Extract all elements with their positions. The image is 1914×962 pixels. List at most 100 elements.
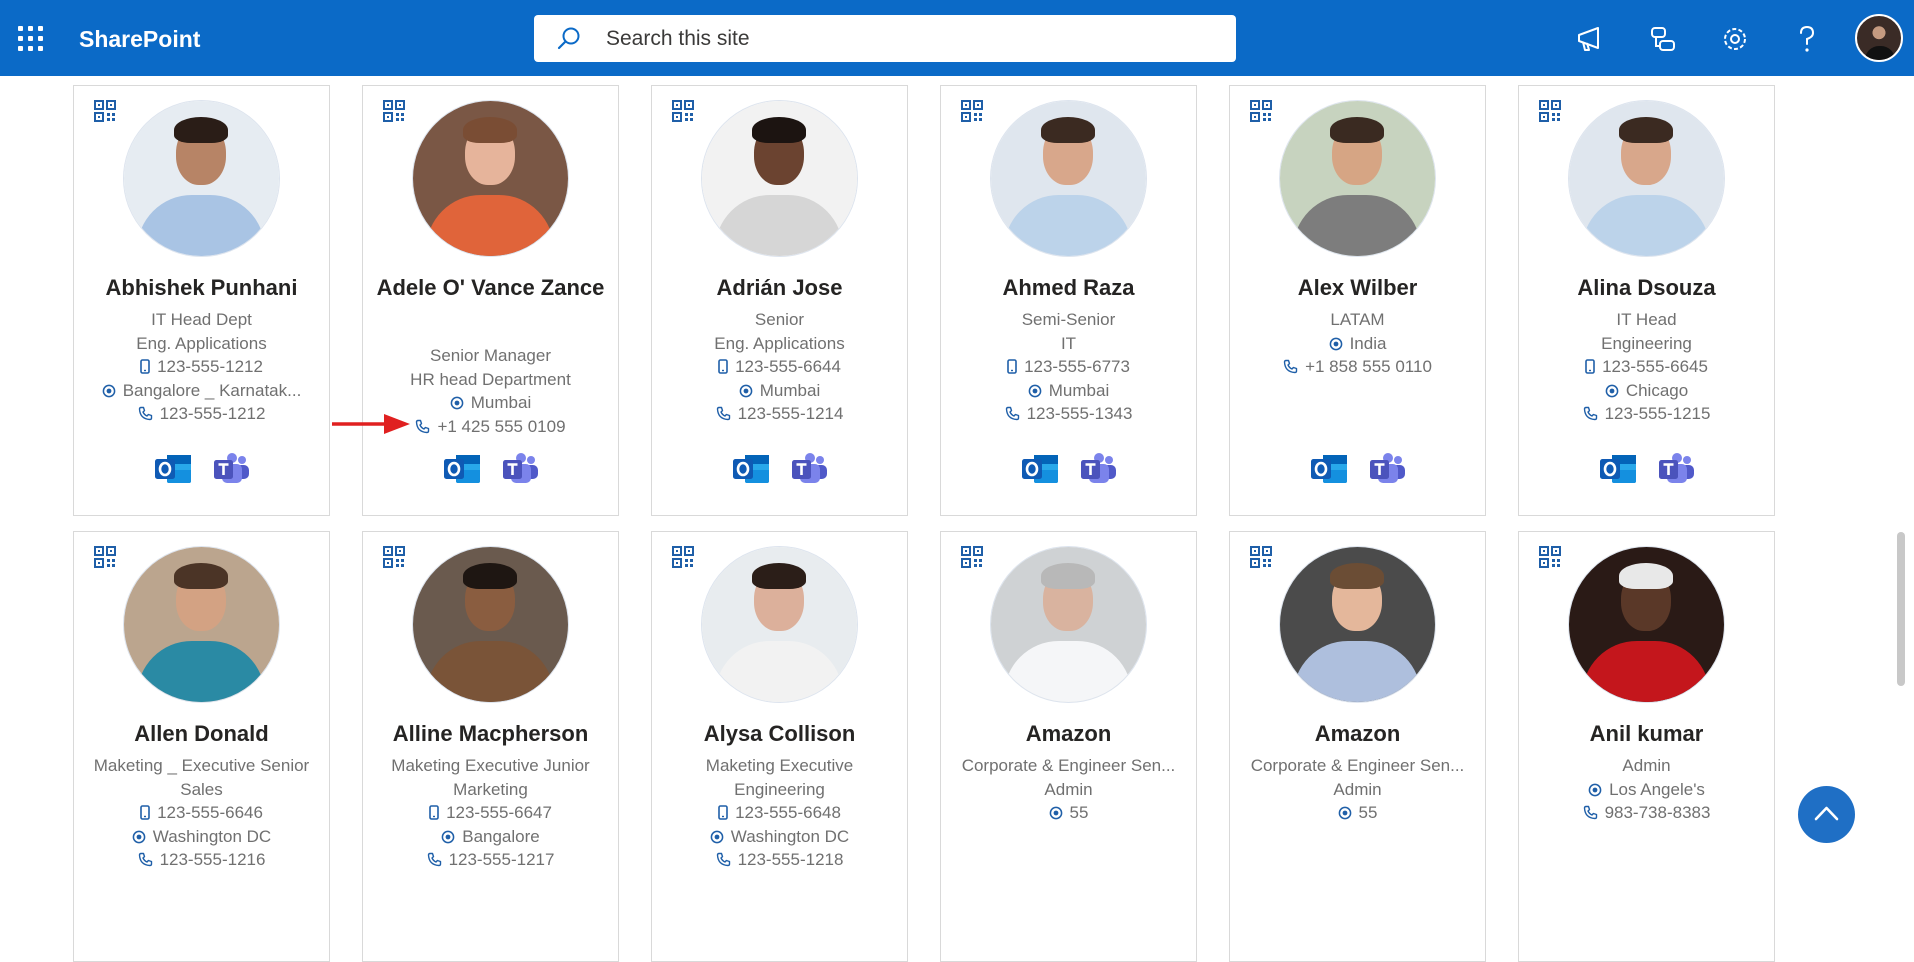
teams-icon[interactable] <box>789 450 829 488</box>
qr-code-icon[interactable] <box>383 100 405 122</box>
profile-photo[interactable] <box>1278 100 1436 257</box>
qr-code-icon[interactable] <box>672 546 694 568</box>
profile-photo[interactable] <box>411 100 569 257</box>
phone-number[interactable]: 123-555-1216 <box>160 850 266 869</box>
person-phone[interactable]: 123-555-1216 <box>84 848 319 872</box>
gear-icon[interactable] <box>1718 22 1752 56</box>
qr-code-icon[interactable] <box>961 100 983 122</box>
scroll-to-top-button[interactable] <box>1798 786 1855 843</box>
teams-icon[interactable] <box>1367 450 1407 488</box>
person-name[interactable]: Adrián Jose <box>660 273 899 303</box>
person-card[interactable]: Alex Wilber LATAM India +1 858 555 0110 <box>1229 85 1486 516</box>
outlook-icon[interactable] <box>1598 450 1638 488</box>
profile-photo[interactable] <box>411 546 569 703</box>
phone-number[interactable]: 123-555-1214 <box>738 404 844 423</box>
qr-code-icon[interactable] <box>94 100 116 122</box>
search-box[interactable] <box>534 15 1236 62</box>
profile-photo[interactable] <box>122 100 280 257</box>
mobile-number[interactable]: 123-555-6647 <box>446 803 552 822</box>
phone-number[interactable]: 123-555-1217 <box>449 850 555 869</box>
person-card[interactable]: Alysa Collison Maketing Executive Engineer… <box>651 531 908 962</box>
page-scrollbar[interactable] <box>1897 532 1905 686</box>
phone-number[interactable]: +1 425 555 0109 <box>437 417 565 436</box>
person-name[interactable]: Anil kumar <box>1527 719 1766 749</box>
mobile-number[interactable]: 123-555-6648 <box>735 803 841 822</box>
profile-photo[interactable] <box>700 546 858 703</box>
qr-code-icon[interactable] <box>1539 546 1561 568</box>
qr-code-icon[interactable] <box>1539 100 1561 122</box>
person-name[interactable]: Alysa Collison <box>660 719 899 749</box>
mobile-number[interactable]: 123-555-6773 <box>1024 357 1130 376</box>
person-name[interactable]: Allen Donald <box>82 719 321 749</box>
profile-photo[interactable] <box>1567 546 1725 703</box>
profile-photo[interactable] <box>1567 100 1725 257</box>
outlook-icon[interactable] <box>1020 450 1060 488</box>
person-phone[interactable]: 123-555-1217 <box>373 848 608 872</box>
phone-number[interactable]: 983-738-8383 <box>1605 803 1711 822</box>
person-phone[interactable]: +1 858 555 0110 <box>1240 355 1475 379</box>
outlook-icon[interactable] <box>153 450 193 488</box>
person-name[interactable]: Alex Wilber <box>1238 273 1477 303</box>
search-input[interactable] <box>606 23 1206 55</box>
help-icon[interactable] <box>1790 22 1824 56</box>
person-mobile[interactable]: 123-555-6648 <box>662 801 897 825</box>
person-phone[interactable]: 123-555-1343 <box>951 402 1186 426</box>
person-name[interactable]: Adele O' Vance Zance <box>371 273 610 303</box>
phone-number[interactable]: 123-555-1212 <box>160 404 266 423</box>
outlook-icon[interactable] <box>731 450 771 488</box>
qr-code-icon[interactable] <box>672 100 694 122</box>
person-mobile[interactable]: 123-555-6644 <box>662 355 897 379</box>
person-mobile[interactable]: 123-555-1212 <box>84 355 319 379</box>
phone-number[interactable]: 123-555-1218 <box>738 850 844 869</box>
phone-number[interactable]: 123-555-1343 <box>1027 404 1133 423</box>
person-name[interactable]: Amazon <box>1238 719 1477 749</box>
person-card[interactable]: Amazon Corporate & Engineer Sen... Admin 55 <box>940 531 1197 962</box>
person-name[interactable]: Abhishek Punhani <box>82 273 321 303</box>
person-card[interactable]: Adele O' Vance Zance Senior Manager HR hea… <box>362 85 619 516</box>
outlook-icon[interactable] <box>1309 450 1349 488</box>
person-mobile[interactable]: 123-555-6647 <box>373 801 608 825</box>
person-card[interactable]: Amazon Corporate & Engineer Sen... Admin 55 <box>1229 531 1486 962</box>
person-card[interactable]: Allen Donald Maketing _ Executive Senior S… <box>73 531 330 962</box>
profile-photo[interactable] <box>700 100 858 257</box>
person-phone[interactable]: 123-555-1218 <box>662 848 897 872</box>
qr-code-icon[interactable] <box>383 546 405 568</box>
phone-number[interactable]: 123-555-1215 <box>1605 404 1711 423</box>
outlook-icon[interactable] <box>442 450 482 488</box>
teams-icon[interactable] <box>1078 450 1118 488</box>
person-phone[interactable]: 123-555-1215 <box>1529 402 1764 426</box>
profile-photo[interactable] <box>1278 546 1436 703</box>
person-name[interactable]: Amazon <box>949 719 1188 749</box>
user-avatar[interactable] <box>1855 14 1903 62</box>
mobile-number[interactable]: 123-555-1212 <box>157 357 263 376</box>
person-card[interactable]: Ahmed Raza Semi-Senior IT 123-555-6773 Mumba… <box>940 85 1197 516</box>
teams-icon[interactable] <box>500 450 540 488</box>
qr-code-icon[interactable] <box>961 546 983 568</box>
person-card[interactable]: Adrián Jose Senior Eng. Applications 123-55… <box>651 85 908 516</box>
person-mobile[interactable]: 123-555-6773 <box>951 355 1186 379</box>
person-card[interactable]: Abhishek Punhani IT Head Dept Eng. Applica… <box>73 85 330 516</box>
qr-code-icon[interactable] <box>94 546 116 568</box>
profile-photo[interactable] <box>122 546 280 703</box>
person-name[interactable]: Alina Dsouza <box>1527 273 1766 303</box>
teams-icon[interactable] <box>1656 450 1696 488</box>
app-name[interactable]: SharePoint <box>79 26 200 53</box>
phone-number[interactable]: +1 858 555 0110 <box>1305 357 1432 376</box>
qr-code-icon[interactable] <box>1250 546 1272 568</box>
person-mobile[interactable]: 123-555-6645 <box>1529 355 1764 379</box>
person-phone[interactable]: 123-555-1212 <box>84 402 319 426</box>
app-launcher-icon[interactable] <box>18 26 44 52</box>
mobile-number[interactable]: 123-555-6645 <box>1602 357 1708 376</box>
mobile-number[interactable]: 123-555-6644 <box>735 357 841 376</box>
megaphone-icon[interactable] <box>1574 22 1608 56</box>
profile-photo[interactable] <box>989 546 1147 703</box>
person-name[interactable]: Alline Macpherson <box>371 719 610 749</box>
person-card[interactable]: Alina Dsouza IT Head Engineering 123-555-66… <box>1518 85 1775 516</box>
person-name[interactable]: Ahmed Raza <box>949 273 1188 303</box>
qr-code-icon[interactable] <box>1250 100 1272 122</box>
mobile-number[interactable]: 123-555-6646 <box>157 803 263 822</box>
profile-photo[interactable] <box>989 100 1147 257</box>
person-card[interactable]: Alline Macpherson Maketing Executive Juni… <box>362 531 619 962</box>
person-mobile[interactable]: 123-555-6646 <box>84 801 319 825</box>
person-phone[interactable]: 123-555-1214 <box>662 402 897 426</box>
